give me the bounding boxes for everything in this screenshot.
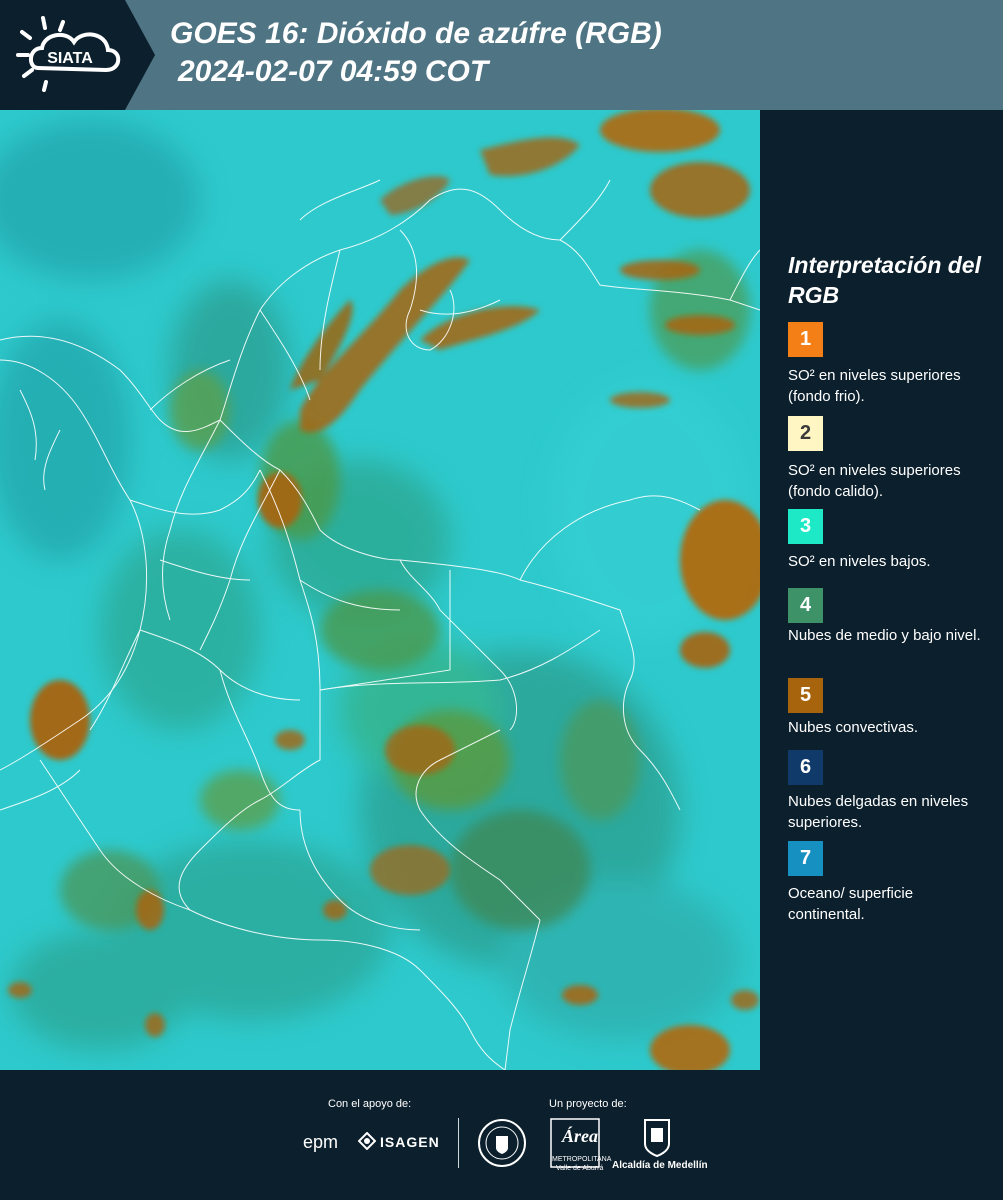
legend-description-4: Nubes de medio y bajo nivel.: [788, 627, 981, 644]
page-title: GOES 16: Dióxido de azúfre (RGB): [170, 17, 662, 50]
satellite-map: [0, 110, 760, 1070]
legend-description-2: SO² en niveles superiores (fondo calido)…: [788, 462, 961, 500]
area-logo-metropolitana: METROPOLITANA: [552, 1156, 612, 1163]
legend-description-7: Oceano/ superficie continental.: [788, 885, 914, 923]
area-logo-text: Área: [562, 1126, 598, 1146]
alcaldia-shield-icon: [644, 1119, 670, 1158]
footer-separator: [458, 1118, 459, 1168]
area-logo-valle: Valle de Aburrá: [556, 1165, 604, 1172]
legend-panel: Interpretación del RGB 1 SO² en niveles s…: [762, 110, 1003, 1070]
legend-swatch-3: 3: [788, 509, 823, 544]
legend-title: Interpretación del RGB: [788, 252, 981, 308]
support-label: Con el apoyo de:: [328, 1098, 412, 1110]
legend-description-3: SO² en niveles bajos.: [788, 553, 931, 570]
logo-text: SIATA: [47, 50, 93, 67]
legend-description-6: Nubes delgadas en niveles superiores.: [788, 793, 969, 831]
legend-swatch-7: 7: [788, 841, 823, 876]
alcaldia-logo-text: Alcaldía de Medellín: [612, 1160, 708, 1171]
legend-description-5: Nubes convectivas.: [788, 719, 919, 736]
footer-bar: Con el apoyo de: Un proyecto de: epm ISA…: [0, 1070, 1003, 1200]
header-bar: SIATA GOES 16: Dióxido de azúfre (RGB) 2…: [0, 0, 1003, 110]
project-label: Un proyecto de:: [549, 1098, 627, 1110]
page-subtitle-datetime: 2024-02-07 04:59 COT: [178, 55, 489, 88]
siata-logo-icon: SIATA: [16, 16, 121, 92]
map-canvas: [0, 110, 760, 1070]
isagen-logo-icon: [358, 1132, 376, 1150]
legend-swatch-1: 1: [788, 322, 823, 357]
isagen-logo: ISAGEN: [380, 1134, 440, 1150]
legend-swatch-5: 5: [788, 678, 823, 713]
legend-swatch-4: 4: [788, 588, 823, 623]
epm-logo: epm: [303, 1132, 339, 1152]
medellin-seal-icon: [478, 1119, 526, 1167]
legend-swatch-2: 2: [788, 416, 823, 451]
legend-description-1: SO² en niveles superiores (fondo frio).: [788, 367, 961, 405]
legend-swatch-6: 6: [788, 750, 823, 785]
